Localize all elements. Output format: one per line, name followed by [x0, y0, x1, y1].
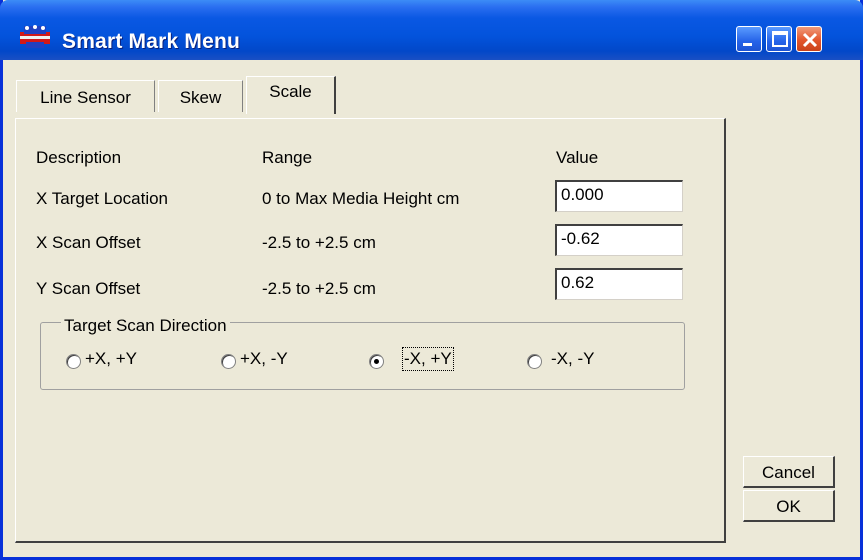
x-target-location-input[interactable]: 0.000 — [555, 180, 683, 212]
description-header: Description — [36, 148, 122, 167]
ok-button[interactable]: OK — [743, 490, 835, 522]
tab-skew[interactable]: Skew — [158, 80, 243, 112]
radio-label-plus-x-plus-y[interactable]: +X, +Y — [85, 349, 137, 369]
x-scan-offset-range: -2.5 to +2.5 cm — [262, 233, 376, 252]
y-scan-offset-range: -2.5 to +2.5 cm — [262, 279, 376, 298]
printer-icon — [20, 25, 50, 48]
radio-label-minus-x-minus-y[interactable]: -X, -Y — [551, 349, 594, 369]
x-target-location-label: X Target Location — [36, 189, 168, 208]
radio-plus-x-plus-y[interactable] — [66, 354, 81, 369]
maximize-button[interactable] — [766, 26, 792, 52]
maximize-icon — [772, 31, 788, 47]
window-title: Smart Mark Menu — [62, 30, 241, 53]
tab-line-sensor[interactable]: Line Sensor — [16, 80, 155, 112]
radio-plus-x-minus-y[interactable] — [221, 354, 236, 369]
title-bar[interactable]: Smart Mark Menu — [0, 0, 863, 60]
close-icon — [802, 32, 818, 48]
minimize-icon — [743, 43, 752, 46]
x-scan-offset-label: X Scan Offset — [36, 233, 141, 252]
radio-label-minus-x-plus-y[interactable]: -X, +Y — [402, 347, 454, 371]
radio-minus-x-minus-y[interactable] — [527, 354, 542, 369]
minimize-button[interactable] — [736, 26, 762, 52]
radio-selected-dot — [374, 359, 379, 364]
radio-minus-x-plus-y[interactable] — [369, 354, 384, 369]
cancel-button[interactable]: Cancel — [743, 456, 835, 488]
x-scan-offset-input[interactable]: -0.62 — [555, 224, 683, 256]
value-header: Value — [556, 148, 599, 167]
y-scan-offset-label: Y Scan Offset — [36, 279, 141, 298]
close-button[interactable] — [796, 26, 822, 52]
target-scan-direction-title: Target Scan Direction — [61, 316, 230, 336]
radio-label-plus-x-minus-y[interactable]: +X, -Y — [240, 349, 288, 369]
x-target-location-range: 0 to Max Media Height cm — [262, 189, 460, 208]
y-scan-offset-input[interactable]: 0.62 — [555, 268, 683, 300]
smart-mark-window: Smart Mark Menu Line Sensor Skew Scale D… — [0, 0, 863, 560]
tab-scale[interactable]: Scale — [246, 76, 336, 114]
range-header: Range — [262, 148, 313, 167]
